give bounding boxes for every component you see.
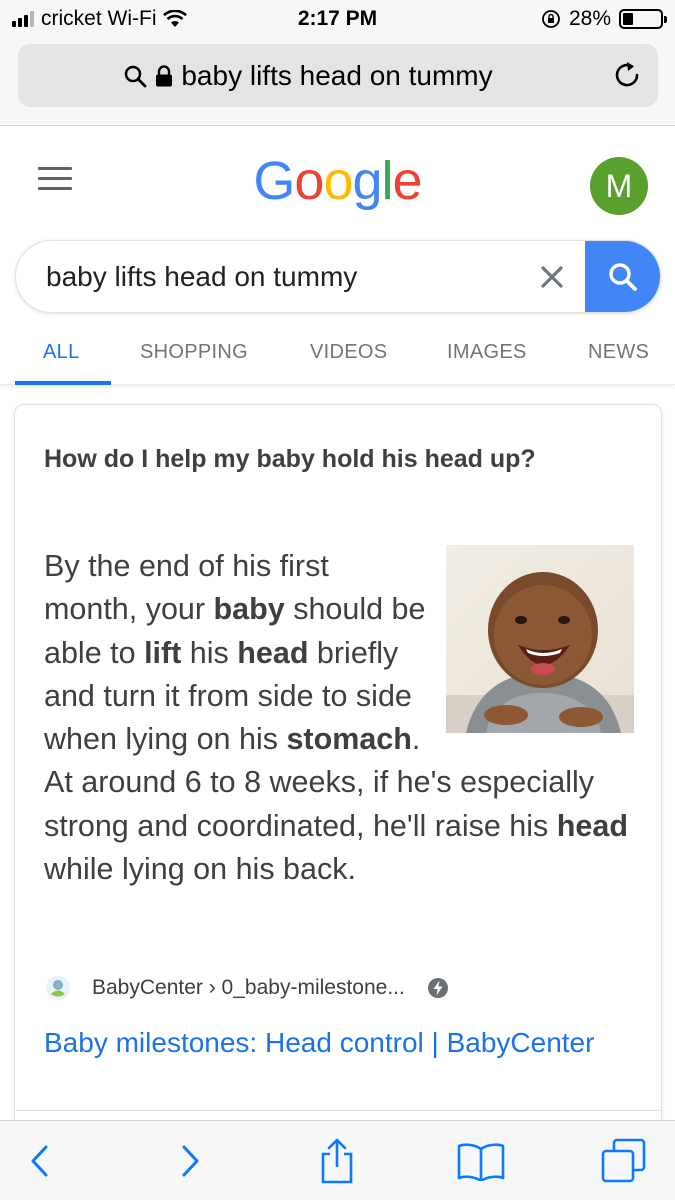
tab-shopping[interactable]: SHOPPING [140, 341, 248, 364]
result-title-link[interactable]: Baby milestones: Head control | BabyCent… [44, 1027, 594, 1059]
snippet-answer: By the end of his first month, your baby… [44, 545, 634, 891]
account-avatar[interactable]: M [590, 157, 648, 215]
battery-icon [619, 9, 667, 29]
address-text: baby lifts head on tummy [181, 59, 493, 91]
source-breadcrumb: BabyCenter › 0_baby-milestone... [92, 976, 405, 999]
browser-toolbar [0, 1120, 675, 1200]
search-input[interactable]: baby lifts head on tummy [46, 241, 357, 312]
active-tab-indicator [15, 381, 111, 385]
battery-percent: 28% [568, 7, 611, 30]
browser-address-area: baby lifts head on tummy [0, 38, 675, 126]
featured-snippet-card: How do I help my baby hold his head up? … [14, 404, 662, 1164]
lock-icon [156, 64, 173, 86]
babycenter-favicon-icon [46, 976, 70, 1000]
address-bar-content[interactable]: baby lifts head on tummy [18, 44, 598, 107]
tab-videos[interactable]: VIDEOS [310, 341, 387, 364]
share-button[interactable] [311, 1135, 363, 1187]
address-bar[interactable]: baby lifts head on tummy [18, 44, 658, 107]
orientation-lock-icon [542, 10, 560, 28]
back-button[interactable] [14, 1135, 66, 1187]
search-icon [609, 262, 637, 291]
book-icon [457, 1143, 505, 1181]
amp-lightning-icon [427, 978, 448, 998]
status-right: 28% [541, 7, 667, 31]
clear-icon[interactable] [534, 259, 570, 295]
chevron-right-icon [182, 1145, 199, 1177]
tab-images[interactable]: IMAGES [447, 341, 527, 364]
chevron-left-icon [31, 1145, 48, 1177]
search-box[interactable]: baby lifts head on tummy [15, 240, 661, 313]
tabs-button[interactable] [598, 1135, 650, 1187]
reload-icon[interactable] [610, 58, 644, 92]
search-tabs: ALL SHOPPING VIDEOS IMAGES NEWS [0, 325, 675, 385]
source-row[interactable]: BabyCenter › 0_baby-milestone... [44, 973, 449, 1003]
search-icon [125, 65, 147, 87]
forward-button[interactable] [164, 1135, 216, 1187]
status-bar: cricket Wi-Fi 2:17 PM 28% [0, 0, 675, 38]
baby-thumbnail-image[interactable] [446, 545, 634, 733]
tabs-icon [601, 1138, 646, 1183]
card-divider [15, 1110, 661, 1111]
search-button[interactable] [585, 241, 660, 312]
share-icon [321, 1138, 353, 1184]
google-logo[interactable]: Google [0, 150, 675, 212]
tab-all[interactable]: ALL [43, 341, 80, 364]
snippet-question: How do I help my baby hold his head up? [44, 445, 536, 473]
tab-news[interactable]: NEWS [588, 341, 649, 364]
bookmarks-button[interactable] [455, 1135, 507, 1187]
